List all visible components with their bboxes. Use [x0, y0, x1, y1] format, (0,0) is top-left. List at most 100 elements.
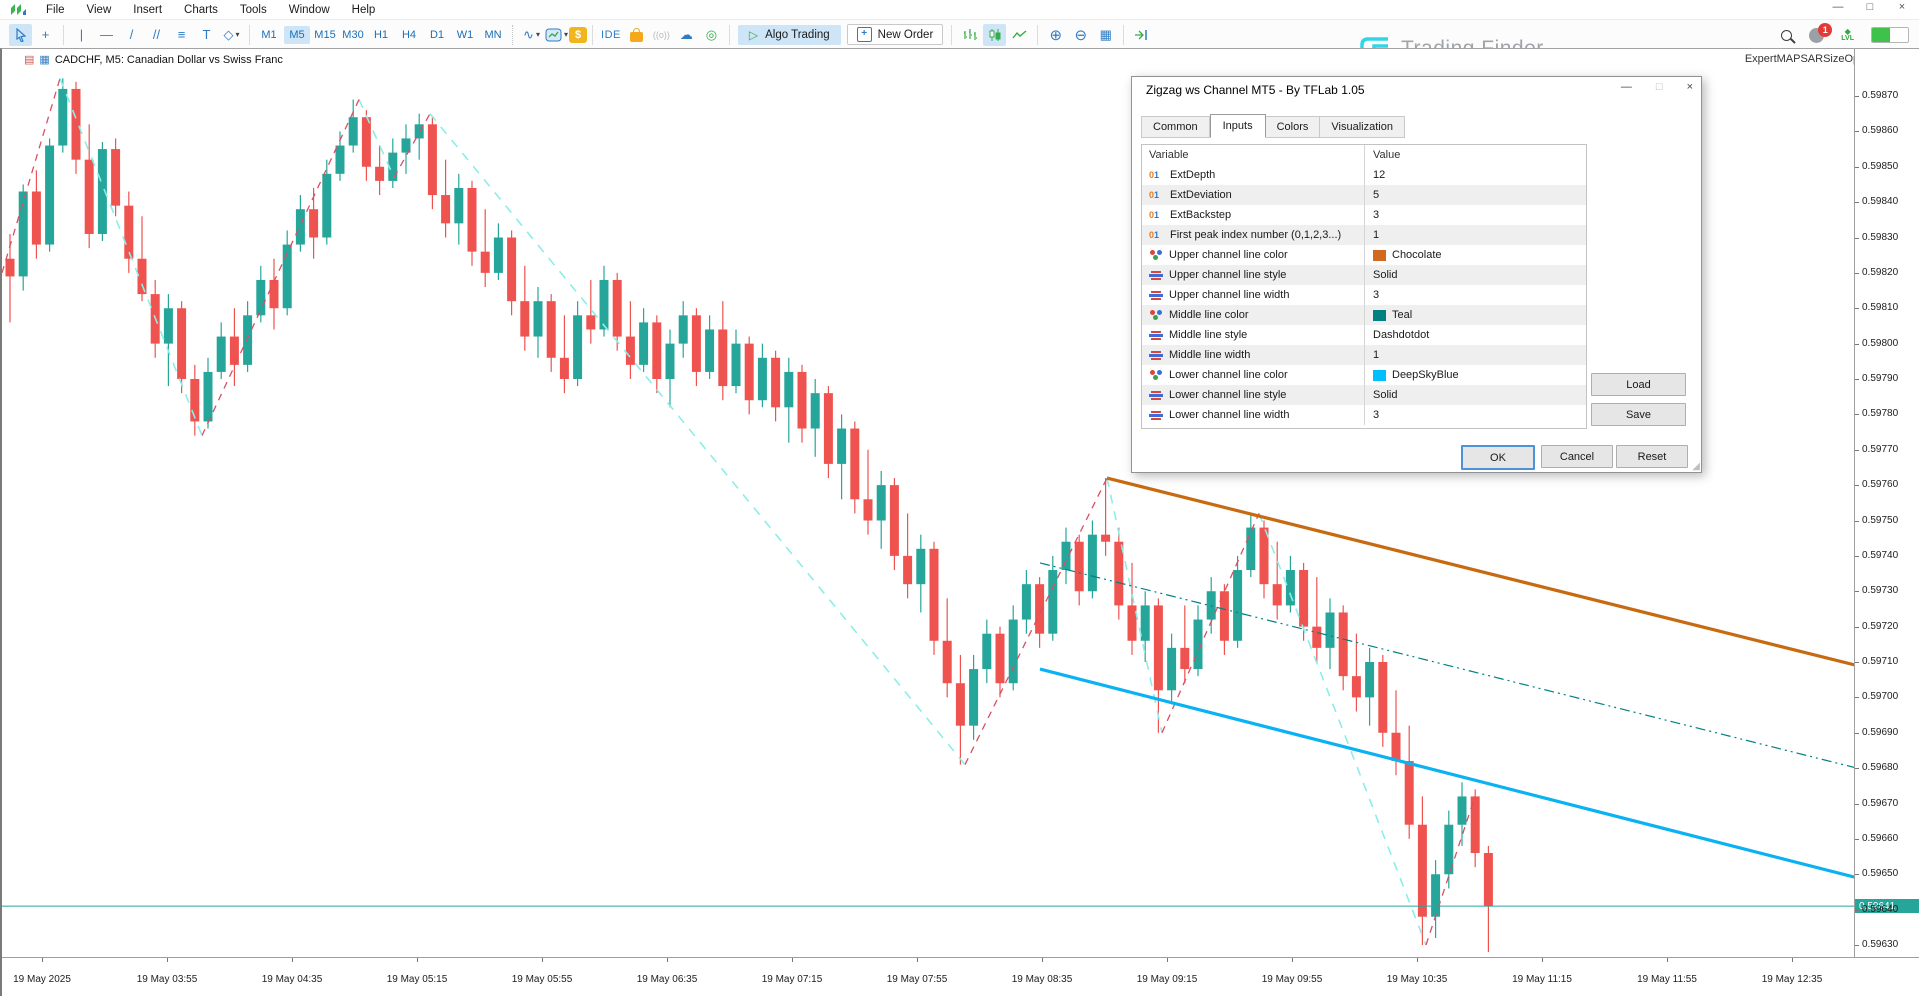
price-label: 0.59780 — [1862, 408, 1898, 419]
dialog-maximize-icon[interactable]: □ — [1656, 81, 1663, 93]
param-name: Middle line color — [1169, 309, 1248, 321]
broadcast-icon[interactable]: ((o)) — [650, 24, 673, 46]
window-minimize-icon[interactable]: — — [1831, 1, 1845, 14]
price-tick — [1855, 627, 1859, 628]
vertical-line-tool-icon[interactable]: | — [70, 24, 93, 46]
tab-inputs[interactable]: Inputs — [1210, 114, 1266, 138]
price-tick — [1855, 839, 1859, 840]
time-axis[interactable]: 19 May 202519 May 03:5519 May 04:3519 Ma… — [2, 957, 1919, 996]
channel-tool-icon[interactable]: // — [145, 24, 168, 46]
one-click-trading-icon[interactable]: ▦ — [39, 53, 49, 66]
toolbar-separator — [729, 25, 730, 45]
timeframe-m5[interactable]: M5 — [284, 26, 310, 44]
timeframe-m30[interactable]: M30 — [340, 26, 366, 44]
tile-windows-icon[interactable]: ▦ — [1094, 24, 1117, 46]
line-style-param-icon — [1149, 329, 1163, 341]
tab-common[interactable]: Common — [1141, 116, 1210, 138]
param-row[interactable]: 01First peak index number (0,1,2,3...)1 — [1142, 225, 1586, 245]
menu-item-window[interactable]: Window — [278, 2, 341, 18]
dialog-close-icon[interactable]: × — [1687, 81, 1693, 93]
menu-item-view[interactable]: View — [76, 2, 123, 18]
param-row[interactable]: Lower channel line colorDeepSkyBlue — [1142, 365, 1586, 385]
cloud-icon[interactable]: ☁ — [675, 24, 698, 46]
indicators-icon[interactable]: ▾ — [545, 24, 568, 46]
menu-item-help[interactable]: Help — [341, 2, 387, 18]
timeframe-d1[interactable]: D1 — [424, 26, 450, 44]
reset-button[interactable]: Reset — [1616, 445, 1688, 468]
param-name: Upper channel line style — [1169, 269, 1286, 281]
param-row[interactable]: Middle line width1 — [1142, 345, 1586, 365]
account-icon[interactable]: 1 — [1809, 28, 1824, 43]
zoom-out-icon[interactable]: ⊖ — [1069, 24, 1092, 46]
param-row[interactable]: 01ExtDeviation5 — [1142, 185, 1586, 205]
line-chart-type-icon[interactable] — [1008, 24, 1031, 46]
depth-of-market-icon[interactable]: ▤ — [24, 53, 34, 66]
param-row[interactable]: Upper channel line colorChocolate — [1142, 245, 1586, 265]
community-icon[interactable]: ◎ — [700, 24, 723, 46]
timeframe-w1[interactable]: W1 — [452, 26, 478, 44]
price-label: 0.59700 — [1862, 691, 1898, 702]
timeframe-h1[interactable]: H1 — [368, 26, 394, 44]
zoom-in-icon[interactable]: ⊕ — [1044, 24, 1067, 46]
tab-colors[interactable]: Colors — [1266, 116, 1321, 138]
window-maximize-icon[interactable]: □ — [1863, 1, 1877, 14]
timeframe-mn[interactable]: MN — [480, 26, 506, 44]
dialog-minimize-icon[interactable]: — — [1621, 81, 1632, 93]
price-tick — [1855, 238, 1859, 239]
menu-item-insert[interactable]: Insert — [122, 2, 173, 18]
window-close-icon[interactable]: × — [1895, 1, 1909, 14]
horizontal-line-tool-icon[interactable]: — — [95, 24, 118, 46]
param-row[interactable]: Lower channel line styleSolid — [1142, 385, 1586, 405]
lvl-icon[interactable]: ◆ LVL — [1841, 28, 1854, 42]
candlestick-type-icon[interactable] — [983, 24, 1006, 46]
time-tick — [1167, 958, 1168, 962]
shapes-tool-icon[interactable]: ◇▾ — [220, 24, 243, 46]
menu-item-tools[interactable]: Tools — [229, 2, 278, 18]
color-param-icon — [1149, 309, 1163, 321]
load-button[interactable]: Load — [1591, 373, 1686, 396]
time-tick — [167, 958, 168, 962]
bar-chart-type-icon[interactable] — [958, 24, 981, 46]
text-tool-icon[interactable]: T — [195, 24, 218, 46]
param-row[interactable]: Upper channel line width3 — [1142, 285, 1586, 305]
param-row[interactable]: Upper channel line styleSolid — [1142, 265, 1586, 285]
menu-item-charts[interactable]: Charts — [173, 2, 229, 18]
param-name: Upper channel line color — [1169, 249, 1288, 261]
ok-button[interactable]: OK — [1461, 445, 1535, 470]
menu-bar: FileViewInsertChartsToolsWindowHelp — □ … — [0, 0, 1919, 19]
column-value: Value — [1373, 149, 1400, 161]
search-icon[interactable] — [1781, 30, 1792, 41]
chart-object-list-icon[interactable]: ∿▾ — [520, 24, 543, 46]
trendline-tool-icon[interactable]: / — [120, 24, 143, 46]
crosshair-tool-icon[interactable]: + — [34, 24, 57, 46]
price-label: 0.59850 — [1862, 161, 1898, 172]
timeframe-h4[interactable]: H4 — [396, 26, 422, 44]
timeframe-m1[interactable]: M1 — [256, 26, 282, 44]
dialog-resize-grip[interactable]: ◢ — [1692, 461, 1700, 472]
price-label: 0.59740 — [1862, 550, 1898, 561]
menu-item-file[interactable]: File — [35, 2, 76, 18]
market-watch-dollar-icon[interactable]: $ — [569, 27, 587, 43]
market-bag-icon[interactable] — [625, 24, 648, 46]
fibonacci-tool-icon[interactable]: ≡ — [170, 24, 193, 46]
cursor-tool-icon[interactable] — [9, 24, 32, 46]
param-row[interactable]: Lower channel line width3 — [1142, 405, 1586, 425]
dialog-titlebar[interactable]: Zigzag ws Channel MT5 - By TFLab 1.05 — … — [1132, 77, 1701, 103]
timeframe-m15[interactable]: M15 — [312, 26, 338, 44]
price-axis[interactable]: 0.59641 0.598700.598600.598500.598400.59… — [1854, 49, 1919, 958]
save-button[interactable]: Save — [1591, 403, 1686, 426]
ide-button[interactable]: IDE — [598, 29, 624, 41]
price-tick — [1855, 874, 1859, 875]
algo-trading-button[interactable]: ▷ Algo Trading — [738, 25, 841, 45]
price-label: 0.59640 — [1862, 904, 1898, 915]
param-row[interactable]: 01ExtBackstep3 — [1142, 205, 1586, 225]
chart-shift-icon[interactable] — [1130, 24, 1153, 46]
tab-visualization[interactable]: Visualization — [1320, 116, 1405, 138]
new-order-button[interactable]: + New Order — [847, 24, 944, 45]
cancel-button[interactable]: Cancel — [1541, 445, 1613, 468]
param-row[interactable]: Middle line styleDashdotdot — [1142, 325, 1586, 345]
param-row[interactable]: Middle line colorTeal — [1142, 305, 1586, 325]
mt5-window: FileViewInsertChartsToolsWindowHelp — □ … — [0, 0, 1919, 996]
connection-toggle[interactable] — [1871, 27, 1909, 43]
param-row[interactable]: 01ExtDepth12 — [1142, 165, 1586, 185]
